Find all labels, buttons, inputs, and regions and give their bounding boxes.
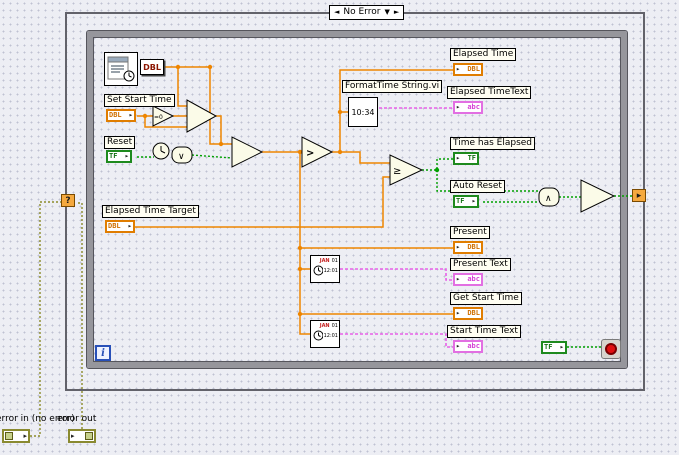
clock-time-label: 12:01 — [323, 332, 338, 339]
dbl-type-label: DBL — [467, 243, 480, 251]
terminal-arrow-icon: ▸ — [124, 152, 129, 160]
string-type-label: abc — [467, 342, 480, 350]
present-label: Present — [450, 226, 490, 239]
error-out-label: error out — [57, 414, 97, 424]
present-text-label: Present Text — [450, 258, 511, 271]
clock-face-icon — [313, 330, 323, 341]
stop-icon — [605, 343, 617, 355]
stop-condition-terminal[interactable]: TF ▸ — [541, 341, 567, 354]
boolean-wires[interactable] — [137, 154, 632, 348]
dbl-type-label: DBL — [467, 309, 480, 317]
subtract-node[interactable] — [231, 136, 264, 168]
auto-reset-terminal[interactable]: TF ▸ — [453, 195, 479, 208]
present-text-terminal[interactable]: ▸ abc — [453, 273, 483, 286]
terminal-arrow-icon: ▸ — [127, 222, 132, 230]
case-prev-icon[interactable]: ◄ — [334, 6, 339, 19]
question-icon: ? — [65, 195, 71, 206]
clock-face-icon — [313, 265, 323, 276]
case-selector-tunnel[interactable]: ? — [61, 194, 75, 207]
string-type-label: abc — [467, 103, 480, 111]
terminal-arrow-icon: ▸ — [456, 65, 461, 73]
format-date-time-string-node[interactable]: JAN 01 12:01 — [310, 320, 340, 348]
get-date-time-node[interactable] — [104, 52, 138, 86]
terminal-arrow-icon: ▸ — [23, 431, 27, 440]
elapsed-time-target-label: Elapsed Time Target — [102, 205, 199, 218]
case-next-icon[interactable]: ► — [394, 6, 399, 19]
iteration-terminal[interactable]: i — [95, 345, 111, 361]
error-cluster-icon — [5, 432, 13, 440]
result-select-node[interactable] — [580, 179, 616, 213]
and-glyph: ∧ — [545, 194, 552, 204]
numeric-wires[interactable] — [135, 66, 453, 335]
terminal-arrow-icon: ▸ — [456, 243, 461, 251]
greater-equal-glyph: ≥ — [393, 166, 401, 177]
greater-glyph: > — [306, 148, 314, 159]
terminal-arrow-icon: ▸ — [71, 431, 75, 440]
terminal-arrow-icon: ▸ — [559, 343, 564, 351]
error-wires[interactable] — [30, 201, 83, 437]
terminal-arrow-icon: ▸ — [456, 275, 461, 283]
dbl-type-label: DBL — [467, 65, 480, 73]
terminal-arrow-icon: ▸ — [471, 197, 476, 205]
tf-type-label: TF — [467, 154, 476, 162]
elapsed-time-text-terminal[interactable]: ▸ abc — [453, 101, 483, 114]
clock-day-label: 01 — [331, 258, 338, 264]
terminal-arrow-icon: ▸ — [456, 154, 461, 162]
case-selector[interactable]: ◄ No Error ▼ ► — [329, 5, 405, 20]
time-has-elapsed-label: Time has Elapsed — [450, 137, 536, 150]
time-has-elapsed-terminal[interactable]: ▸ TF — [453, 152, 479, 165]
error-out-terminal[interactable]: ▸ — [68, 429, 96, 443]
auto-reset-label: Auto Reset — [450, 180, 505, 193]
stop-button[interactable] — [601, 339, 621, 359]
error-cluster-icon — [85, 432, 93, 440]
clock-day-label: 01 — [331, 323, 338, 329]
tf-type-label: TF — [544, 343, 553, 351]
start-time-text-terminal[interactable]: ▸ abc — [453, 340, 483, 353]
clock-month-label: JAN — [319, 258, 330, 264]
dbl-conversion-label: DBL — [143, 62, 161, 72]
block-diagram: =0 > ≥ ∨ ∧ ◄ No Error ▼ ► ? ▸ DBL Format… — [0, 0, 679, 455]
clock-time-label: 12:01 — [323, 267, 338, 274]
string-type-label: abc — [467, 275, 480, 283]
set-start-time-terminal[interactable]: DBL ▸ — [106, 109, 136, 122]
tf-type-label: TF — [109, 152, 118, 160]
elapsed-time-label: Elapsed Time — [450, 48, 517, 61]
case-selector-label: No Error — [343, 7, 381, 17]
equal-zero-glyph: =0 — [154, 114, 163, 121]
start-time-text-label: Start Time Text — [447, 325, 521, 338]
case-output-tunnel[interactable]: ▸ — [632, 189, 646, 202]
elapsed-time-text-label: Elapsed TimeText — [447, 86, 532, 99]
format-time-node[interactable]: 10:34 — [348, 97, 378, 127]
select-node[interactable] — [186, 99, 218, 133]
dbl-type-label: DBL — [108, 222, 121, 230]
dbl-type-label: DBL — [109, 111, 122, 119]
error-in-terminal[interactable]: ▸ — [2, 429, 30, 443]
iteration-label: i — [101, 347, 105, 359]
terminal-arrow-icon: ▸ — [456, 309, 461, 317]
tunnel-arrow-icon: ▸ — [636, 190, 642, 201]
tf-type-label: TF — [456, 197, 465, 205]
case-dropdown-icon[interactable]: ▼ — [384, 6, 389, 19]
get-start-time-label: Get Start Time — [450, 292, 522, 305]
terminal-arrow-icon: ▸ — [456, 103, 461, 111]
elapsed-time-terminal[interactable]: ▸ DBL — [453, 63, 483, 76]
or-glyph: ∨ — [178, 152, 185, 162]
format-date-time-string-node[interactable]: JAN 01 12:01 — [310, 255, 340, 283]
get-date-time-icon — [107, 56, 135, 82]
get-start-time-terminal[interactable]: ▸ DBL — [453, 307, 483, 320]
terminal-arrow-icon: ▸ — [128, 111, 133, 119]
to-double-conversion-node[interactable]: DBL — [140, 59, 164, 75]
format-time-vi-label: FormatTime String.vi — [342, 80, 443, 93]
reset-terminal[interactable]: TF ▸ — [106, 150, 132, 163]
present-terminal[interactable]: ▸ DBL — [453, 241, 483, 254]
elapsed-time-target-terminal[interactable]: DBL ▸ — [105, 220, 135, 233]
set-start-time-label: Set Start Time — [104, 94, 175, 107]
reset-label: Reset — [104, 136, 136, 149]
format-time-display: 10:34 — [351, 107, 375, 117]
terminal-arrow-icon: ▸ — [456, 342, 461, 350]
clock-month-label: JAN — [319, 323, 330, 329]
